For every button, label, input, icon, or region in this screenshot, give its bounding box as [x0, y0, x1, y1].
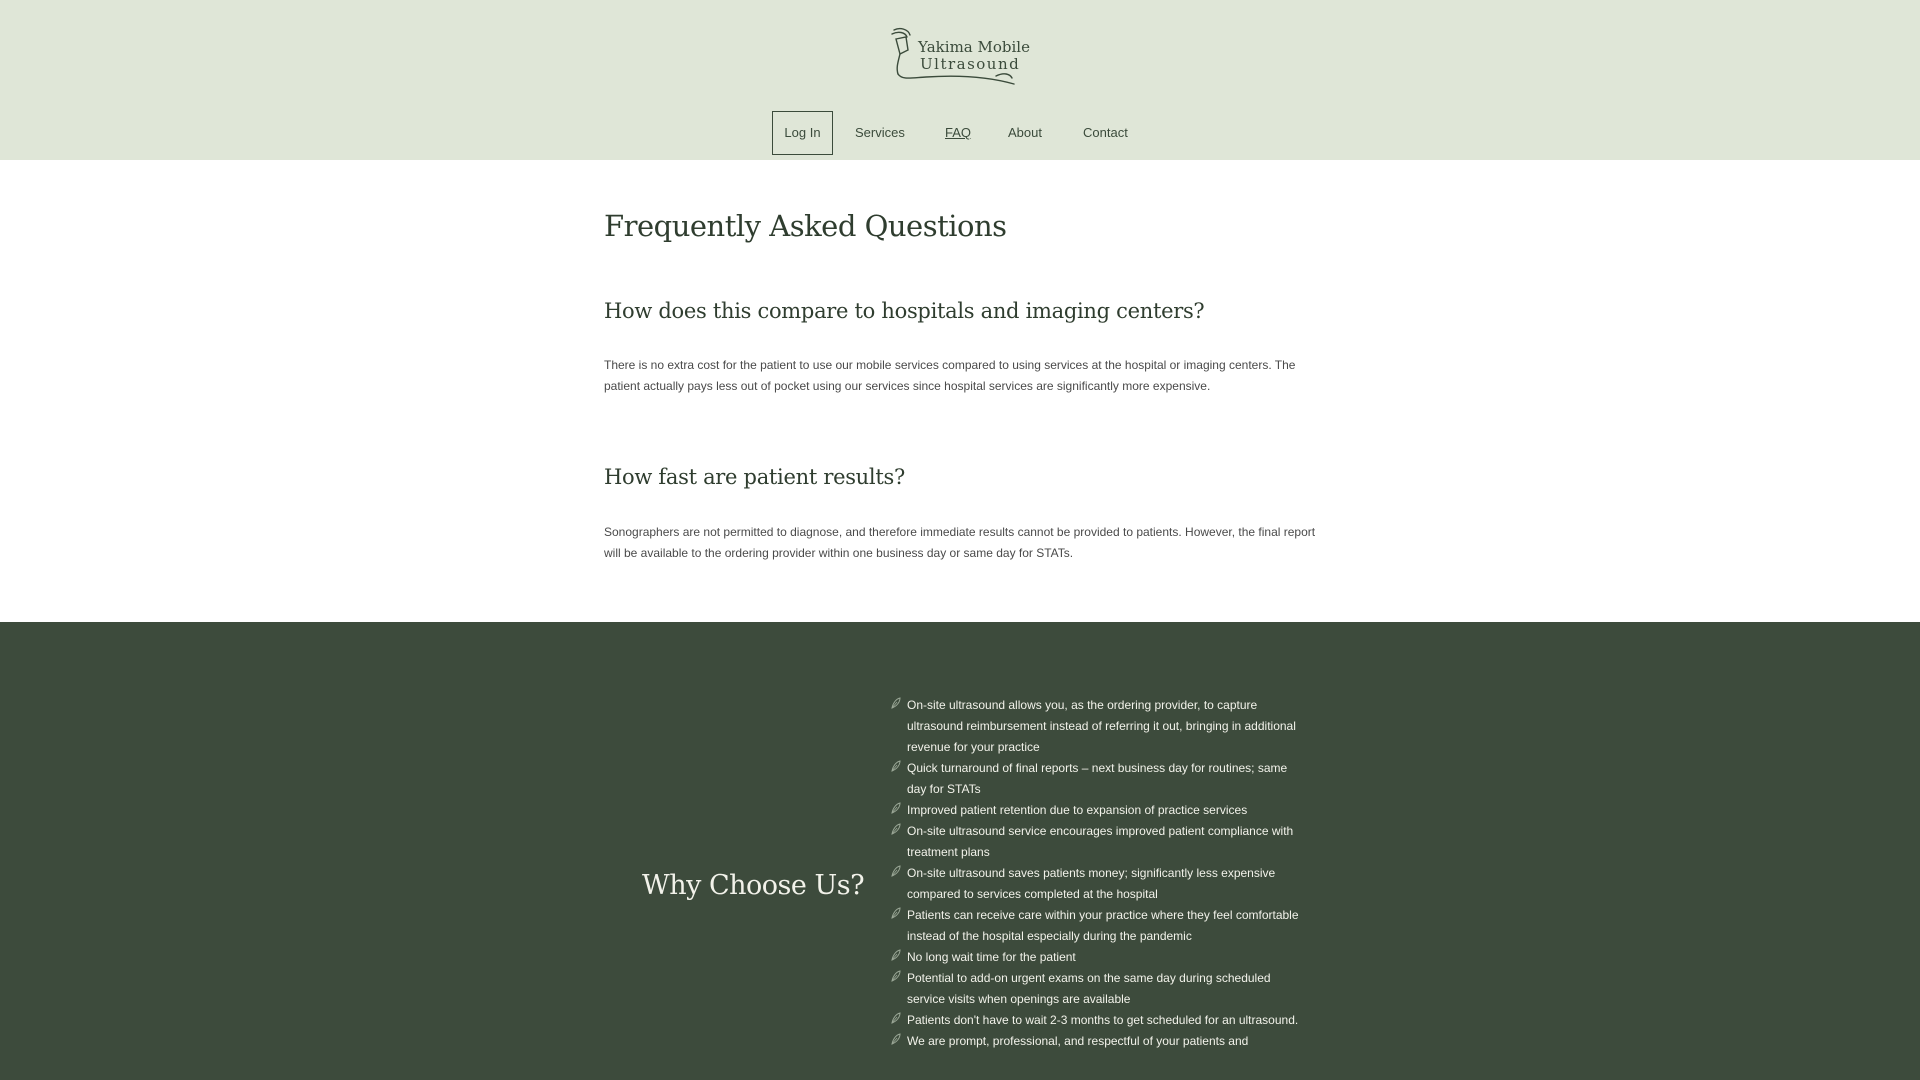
benefit-text: On-site ultrasound service encourages im… — [907, 824, 1294, 859]
nav-services-link[interactable]: Services — [855, 111, 905, 155]
leaf-icon — [891, 697, 901, 709]
faq-question: How fast are patient results? — [604, 465, 905, 489]
site-header: Yakima Mobile Ultrasound Log In Services… — [0, 0, 1920, 160]
leaf-icon — [891, 949, 901, 961]
benefit-text: On-site ultrasound saves patients money;… — [907, 866, 1276, 901]
faq-answer: There is no extra cost for the patient t… — [604, 358, 1296, 393]
logo-line-1: Yakima Mobile — [918, 38, 1030, 56]
benefits-list: On-site ultrasound allows you, as the or… — [891, 695, 1301, 1052]
logo-line-2: Ultrasound — [920, 55, 1021, 73]
benefit-text: On-site ultrasound allows you, as the or… — [907, 698, 1296, 754]
leaf-icon — [891, 865, 901, 877]
faq-answer: Sonographers are not permitted to diagno… — [604, 525, 1316, 560]
benefit-item: Improved patient retention due to expans… — [891, 800, 1301, 821]
nav-login-button[interactable]: Log In — [772, 111, 833, 155]
why-choose-us-section: Why Choose Us? On-site ultrasound allows… — [0, 622, 1920, 1080]
benefit-item: Potential to add-on urgent exams on the … — [891, 968, 1301, 1010]
benefit-text: Improved patient retention due to expans… — [907, 803, 1248, 817]
leaf-icon — [891, 907, 901, 919]
nav-about-link[interactable]: About — [1008, 111, 1042, 155]
benefit-text: Quick turnaround of final reports – next… — [907, 761, 1288, 796]
nav-contact-link[interactable]: Contact — [1083, 111, 1128, 155]
leaf-icon — [891, 970, 901, 982]
benefit-item: We are prompt, professional, and respect… — [891, 1031, 1301, 1052]
page-title: Frequently Asked Questions — [604, 209, 1007, 243]
benefit-item: On-site ultrasound allows you, as the or… — [891, 695, 1301, 758]
leaf-icon — [891, 760, 901, 772]
nav-faq-link[interactable]: FAQ — [945, 111, 971, 155]
leaf-icon — [891, 802, 901, 814]
benefit-item: On-site ultrasound saves patients money;… — [891, 863, 1301, 905]
benefit-item: On-site ultrasound service encourages im… — [891, 821, 1301, 863]
benefit-item: Patients don't have to wait 2-3 months t… — [891, 1010, 1301, 1031]
benefit-item: No long wait time for the patient — [891, 947, 1301, 968]
benefit-text: Potential to add-on urgent exams on the … — [907, 971, 1271, 1006]
benefit-item: Patients can receive care within your pr… — [891, 905, 1301, 947]
benefit-item: Quick turnaround of final reports – next… — [891, 758, 1301, 800]
leaf-icon — [891, 1012, 901, 1024]
benefit-text: No long wait time for the patient — [907, 950, 1076, 964]
benefit-text: Patients don't have to wait 2-3 months t… — [907, 1013, 1299, 1027]
logo-wordmark: Yakima Mobile Ultrasound — [918, 39, 1030, 73]
why-choose-us-heading: Why Choose Us? — [642, 870, 865, 901]
site-logo[interactable]: Yakima Mobile Ultrasound — [886, 26, 1030, 86]
main-nav: Log In Services FAQ About Contact — [0, 111, 1920, 155]
leaf-icon — [891, 1033, 901, 1045]
faq-question: How does this compare to hospitals and i… — [604, 299, 1205, 323]
benefit-text: Patients can receive care within your pr… — [907, 908, 1299, 943]
leaf-icon — [891, 823, 901, 835]
benefit-text: We are prompt, professional, and respect… — [907, 1034, 1249, 1048]
